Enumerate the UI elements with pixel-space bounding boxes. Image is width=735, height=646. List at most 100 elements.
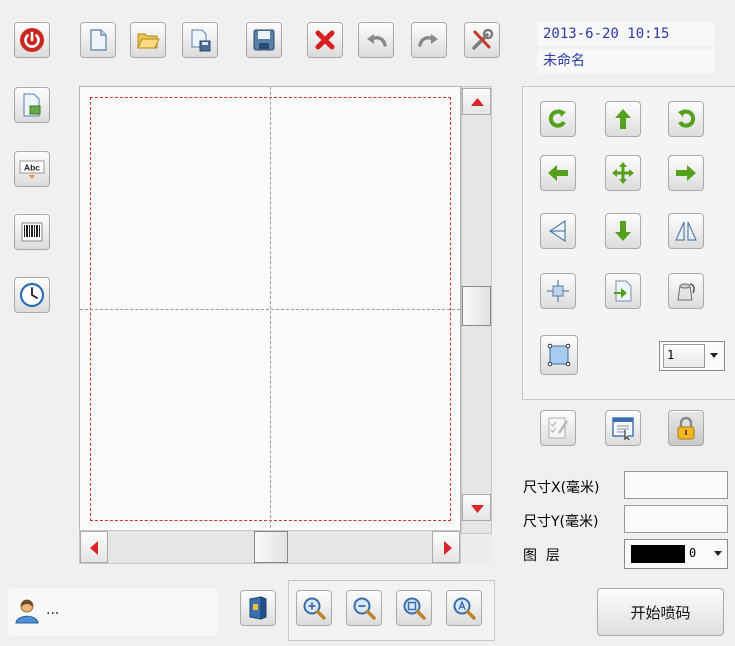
- flip-vertical-icon: [548, 219, 566, 243]
- power-button[interactable]: [14, 22, 50, 58]
- zoom-out-icon: [353, 597, 376, 620]
- padlock-icon: [677, 416, 695, 440]
- layer-value: 0: [689, 546, 697, 560]
- insert-clock-icon: [19, 282, 45, 308]
- preview-button[interactable]: [605, 410, 641, 446]
- insert-text-button[interactable]: Abc: [14, 151, 50, 187]
- start-print-label: 开始喷码: [630, 603, 691, 622]
- power-icon: [20, 28, 44, 52]
- new-file-button[interactable]: [80, 22, 116, 58]
- start-print-button[interactable]: 开始喷码: [597, 588, 724, 636]
- horizontal-scroll-thumb[interactable]: [254, 531, 288, 563]
- chevron-down-icon: [714, 551, 722, 556]
- layer-select-value: 1: [667, 348, 675, 362]
- zoom-reset-button[interactable]: [446, 590, 482, 626]
- layer-color-swatch: [631, 545, 685, 563]
- rotate-right-button[interactable]: [668, 101, 704, 137]
- move-center-icon: [612, 162, 634, 184]
- scroll-down-button[interactable]: [462, 494, 491, 521]
- layer-label: 图 层: [523, 548, 560, 564]
- new-file-icon: [90, 29, 107, 51]
- import-document-icon: [614, 280, 632, 302]
- size-y-field[interactable]: [624, 505, 728, 533]
- layer-color-select[interactable]: 0: [624, 539, 728, 569]
- move-down-button[interactable]: [605, 213, 641, 249]
- zoom-fit-icon: [403, 597, 426, 620]
- vertical-scroll-thumb[interactable]: [462, 286, 491, 326]
- file-cabinet-icon: [249, 596, 267, 620]
- move-right-button[interactable]: [668, 155, 704, 191]
- arrow-left-icon: [548, 165, 568, 181]
- arrow-up-icon: [615, 109, 631, 129]
- zoom-out-button[interactable]: [346, 590, 382, 626]
- flip-vertical-button[interactable]: [540, 213, 576, 249]
- chevron-down-icon: [710, 353, 718, 358]
- insert-image-button[interactable]: [14, 87, 50, 123]
- arrow-down-icon: [615, 221, 631, 241]
- arrow-right-icon: [444, 541, 452, 555]
- undo-button[interactable]: [358, 22, 394, 58]
- resize-handles-icon: [547, 343, 571, 367]
- lock-button[interactable]: [668, 410, 704, 446]
- scroll-right-button[interactable]: [432, 531, 460, 563]
- import-button[interactable]: [605, 273, 641, 309]
- arrow-down-icon: [471, 505, 484, 513]
- delete-button[interactable]: [307, 22, 343, 58]
- datetime-display: 2013-6-20 10:15: [537, 22, 715, 46]
- insert-image-icon: [23, 93, 41, 117]
- move-up-button[interactable]: [605, 101, 641, 137]
- rotate-ccw-icon: [548, 109, 566, 128]
- edit-checklist-icon: [548, 417, 569, 439]
- flip-horizontal-icon: [675, 221, 697, 241]
- user-name: ...: [46, 602, 60, 618]
- arrow-up-icon: [471, 98, 484, 106]
- file-manager-button[interactable]: [240, 590, 276, 626]
- save-button[interactable]: [246, 22, 282, 58]
- zoom-in-icon: [303, 597, 326, 620]
- scroll-corner: [461, 534, 492, 564]
- flip-horizontal-button[interactable]: [668, 213, 704, 249]
- undo-icon: [367, 34, 387, 47]
- resize-button[interactable]: [540, 335, 578, 375]
- rotate-cw-icon: [678, 109, 696, 128]
- size-x-label: 尺寸X(毫米): [523, 480, 600, 496]
- vertical-center-guide: [270, 87, 271, 533]
- open-folder-icon: [137, 33, 160, 49]
- scroll-left-button[interactable]: [80, 531, 108, 563]
- settings-icon: [472, 28, 494, 50]
- text-tool-label: Abc: [24, 163, 40, 173]
- save-as-icon: [191, 29, 211, 52]
- edit-button[interactable]: [540, 410, 576, 446]
- rotate-left-button[interactable]: [540, 101, 576, 137]
- align-button[interactable]: [540, 273, 576, 309]
- user-avatar-icon: [15, 599, 39, 624]
- horizontal-center-guide: [80, 309, 460, 310]
- redo-button[interactable]: [411, 22, 447, 58]
- user-panel[interactable]: ...: [8, 588, 218, 636]
- align-crosshair-icon: [547, 280, 569, 302]
- layer-select[interactable]: 1: [659, 341, 725, 371]
- size-y-label: 尺寸Y(毫米): [523, 514, 599, 530]
- zoom-fit-button[interactable]: [396, 590, 432, 626]
- arrow-right-icon: [676, 165, 696, 181]
- open-file-button[interactable]: [130, 22, 166, 58]
- paint-bucket-icon: [677, 283, 695, 301]
- insert-barcode-button[interactable]: [14, 214, 50, 250]
- settings-button[interactable]: [464, 22, 500, 58]
- move-left-button[interactable]: [540, 155, 576, 191]
- insert-clock-button[interactable]: [14, 277, 50, 313]
- fill-button[interactable]: [668, 273, 704, 309]
- delete-icon: [315, 30, 335, 50]
- filename-display: 未命名: [537, 49, 715, 73]
- scroll-up-button[interactable]: [462, 88, 491, 115]
- insert-barcode-icon: [21, 222, 43, 242]
- center-button[interactable]: [605, 155, 641, 191]
- redo-icon: [418, 34, 438, 47]
- zoom-in-button[interactable]: [296, 590, 332, 626]
- size-x-field[interactable]: [624, 471, 728, 499]
- design-canvas[interactable]: [79, 86, 461, 534]
- insert-text-icon: Abc: [19, 160, 45, 179]
- zoom-reset-icon: [453, 597, 476, 620]
- preview-window-icon: [612, 417, 634, 441]
- save-as-button[interactable]: [182, 22, 218, 58]
